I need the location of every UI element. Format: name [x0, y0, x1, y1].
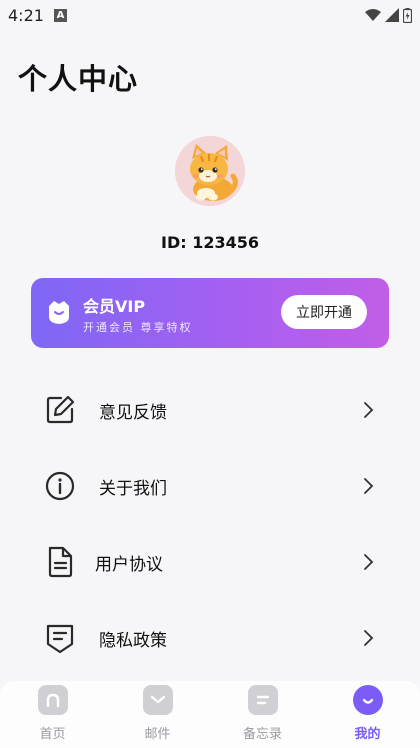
- edit-icon: [46, 395, 75, 424]
- menu-label-about: 关于我们: [99, 478, 167, 499]
- vip-banner[interactable]: 会员VIP 开通会员 尊享特权 立即开通: [31, 278, 389, 348]
- menu-item-privacy-policy[interactable]: 隐私政策: [0, 608, 420, 668]
- tab-mail[interactable]: 邮件: [105, 681, 210, 748]
- vip-title: 会员VIP: [83, 297, 146, 316]
- bottom-tab-bar: 首页 邮件 备忘录 我的: [0, 681, 420, 748]
- activate-vip-button[interactable]: 立即开通: [281, 295, 367, 329]
- menu-label-user-agreement: 用户协议: [95, 554, 163, 575]
- vip-subtitle: 开通会员 尊享特权: [83, 321, 193, 334]
- menu-label-feedback: 意见反馈: [99, 402, 167, 423]
- mail-icon: [143, 685, 173, 715]
- notification-a-icon: A: [53, 8, 67, 22]
- shield-text-icon: [46, 624, 74, 654]
- cat-avatar-icon: [175, 136, 245, 206]
- menu-label-privacy-policy: 隐私政策: [99, 630, 167, 651]
- tab-home[interactable]: 首页: [0, 681, 105, 748]
- status-icons: [365, 7, 412, 23]
- signal-icon: [385, 8, 399, 22]
- chevron-right-icon: [364, 554, 374, 570]
- tab-label-memo: 备忘录: [242, 727, 282, 742]
- tab-label-mine: 我的: [354, 727, 381, 742]
- wifi-icon: [365, 9, 381, 21]
- tab-label-mail: 邮件: [144, 727, 171, 742]
- memo-icon: [248, 685, 278, 715]
- vip-shield-icon: [49, 301, 69, 324]
- status-bar: 4:21 A: [0, 0, 420, 30]
- tab-label-home: 首页: [39, 727, 66, 742]
- user-id: ID: 123456: [161, 233, 259, 252]
- menu-item-user-agreement[interactable]: 用户协议: [0, 532, 420, 592]
- chevron-right-icon: [364, 630, 374, 646]
- document-icon: [48, 546, 73, 578]
- status-time: 4:21: [8, 5, 44, 25]
- chevron-right-icon: [364, 402, 374, 418]
- tab-memo[interactable]: 备忘录: [210, 681, 315, 748]
- info-icon: [45, 471, 75, 501]
- menu-item-about[interactable]: 关于我们: [0, 456, 420, 516]
- menu-item-feedback[interactable]: 意见反馈: [0, 380, 420, 440]
- page-title: 个人中心: [18, 62, 139, 96]
- avatar[interactable]: [175, 136, 245, 206]
- home-icon: [38, 685, 68, 715]
- tab-mine[interactable]: 我的: [315, 681, 420, 748]
- battery-icon: [403, 7, 412, 23]
- chevron-right-icon: [364, 478, 374, 494]
- profile-smile-icon: [353, 685, 383, 715]
